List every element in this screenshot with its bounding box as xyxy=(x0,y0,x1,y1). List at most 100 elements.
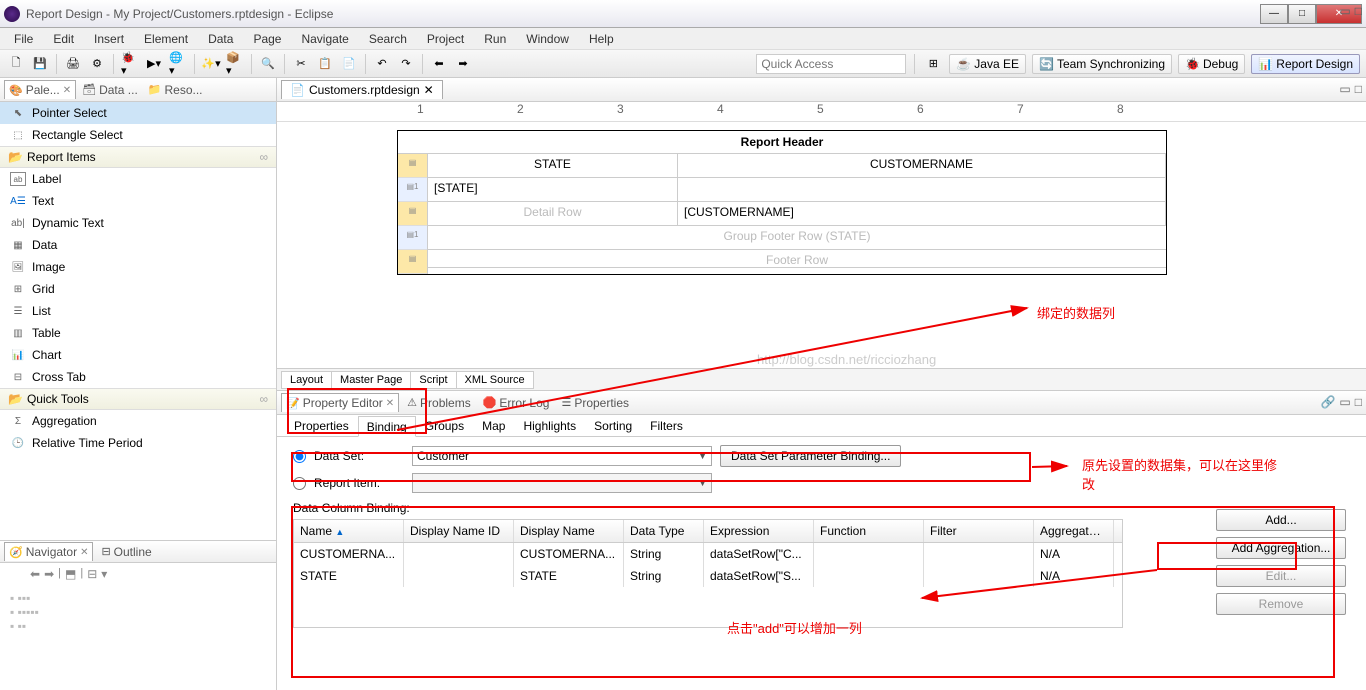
palette-chart[interactable]: 📊Chart xyxy=(0,344,276,366)
group-footer-label[interactable]: Group Footer Row (STATE) xyxy=(428,226,1166,249)
palette-group-report[interactable]: 📂 Report Items∞ xyxy=(0,146,276,168)
palette-grid[interactable]: ⊞Grid xyxy=(0,278,276,300)
col2-header[interactable]: CUSTOMERNAME xyxy=(678,154,1166,177)
print-icon[interactable]: 🖨 xyxy=(63,54,83,74)
maximize-button[interactable]: □ xyxy=(1288,4,1316,24)
state-group-cell[interactable]: [STATE] xyxy=(428,178,678,201)
subtab-filters[interactable]: Filters xyxy=(641,415,692,436)
close-icon[interactable]: ✕ xyxy=(424,83,434,97)
tab-data[interactable]: 🗃 Data ... xyxy=(78,81,142,99)
col-type[interactable]: Data Type xyxy=(624,520,704,542)
col-expr[interactable]: Expression xyxy=(704,520,814,542)
menu-help[interactable]: Help xyxy=(579,30,624,48)
table-row[interactable]: STATESTATEStringdataSetRow["S...N/A xyxy=(294,565,1122,587)
dataset-combo[interactable]: Customer▼ xyxy=(412,446,712,466)
palette-rectangle-select[interactable]: ⬚Rectangle Select xyxy=(0,124,276,146)
palette-dynamic-text[interactable]: ab|Dynamic Text xyxy=(0,212,276,234)
search-icon[interactable]: 🔍 xyxy=(258,54,278,74)
col-filt[interactable]: Filter xyxy=(924,520,1034,542)
menu-insert[interactable]: Insert xyxy=(84,30,134,48)
copy-icon[interactable]: 📋 xyxy=(315,54,335,74)
nav-back-icon[interactable]: ⬅ xyxy=(429,54,449,74)
ext-icon[interactable]: 🌐▾ xyxy=(168,54,188,74)
palette-image[interactable]: 🖼Image xyxy=(0,256,276,278)
nav-min-icon[interactable]: ▭ xyxy=(1339,4,1350,18)
palette-text[interactable]: A☰Text xyxy=(0,190,276,212)
palette-label[interactable]: abLabel xyxy=(0,168,276,190)
menu-edit[interactable]: Edit xyxy=(43,30,84,48)
col-disp[interactable]: Display Name xyxy=(514,520,624,542)
collapse-icon[interactable]: ⊟ xyxy=(87,567,97,581)
report-canvas[interactable]: Report Header ▤▤1▤▤1▤ STATECUSTOMERNAME … xyxy=(277,122,1366,368)
new-icon[interactable]: 🗋 xyxy=(6,54,26,74)
tab-xmlsource[interactable]: XML Source xyxy=(456,371,534,389)
subtab-highlights[interactable]: Highlights xyxy=(514,415,585,436)
palette-pointer-select[interactable]: ⬉Pointer Select xyxy=(0,102,276,124)
reportitem-combo[interactable]: ▼ xyxy=(412,473,712,493)
menu-search[interactable]: Search xyxy=(359,30,417,48)
tab-masterpage[interactable]: Master Page xyxy=(331,371,411,389)
menu-navigate[interactable]: Navigate xyxy=(291,30,358,48)
palette-rtp[interactable]: 🕒Relative Time Period xyxy=(0,432,276,454)
quick-access-input[interactable] xyxy=(756,54,906,74)
palette-list[interactable]: ☰List xyxy=(0,300,276,322)
perspective-report[interactable]: 📊 Report Design xyxy=(1251,54,1360,74)
col-name[interactable]: Name ▲ xyxy=(294,520,404,542)
menu-data[interactable]: Data xyxy=(198,30,243,48)
nav-back-icon[interactable]: ⬅ xyxy=(30,567,40,581)
debug-icon[interactable]: 🐞▾ xyxy=(120,54,140,74)
ed-max-icon[interactable]: □ xyxy=(1355,82,1362,96)
build-icon[interactable]: ⚙ xyxy=(87,54,107,74)
palette-data[interactable]: ▦Data xyxy=(0,234,276,256)
open-perspective-icon[interactable]: ⊞ xyxy=(923,54,943,74)
perspective-team[interactable]: 🔄 Team Synchronizing xyxy=(1032,54,1172,74)
col-agg[interactable]: Aggregate ... xyxy=(1034,520,1114,542)
minimize-button[interactable]: — xyxy=(1260,4,1288,24)
palette-table[interactable]: ▥Table xyxy=(0,322,276,344)
nav-max-icon[interactable]: □ xyxy=(1355,4,1362,18)
footer-label[interactable]: Footer Row xyxy=(428,250,1166,267)
save-icon[interactable]: 💾 xyxy=(30,54,50,74)
radio-reportitem[interactable] xyxy=(293,477,306,490)
tab-outline[interactable]: ⊟ Outline xyxy=(97,543,155,561)
col1-header[interactable]: STATE xyxy=(428,154,678,177)
prop-max-icon[interactable]: □ xyxy=(1355,395,1362,409)
subtab-binding[interactable]: Binding xyxy=(358,416,416,437)
perspective-javaee[interactable]: ☕ Java EE xyxy=(949,54,1026,74)
palette-group-quick[interactable]: 📂 Quick Tools∞ xyxy=(0,388,276,410)
detail-row-label[interactable]: Detail Row xyxy=(428,202,678,225)
subtab-properties[interactable]: Properties xyxy=(285,415,358,436)
menu-window[interactable]: Window xyxy=(516,30,579,48)
tab-customers-rptdesign[interactable]: 📄 Customers.rptdesign ✕ xyxy=(281,80,443,99)
prop-link-icon[interactable]: 🔗 xyxy=(1320,395,1335,409)
subtab-groups[interactable]: Groups xyxy=(416,415,473,436)
menu-element[interactable]: Element xyxy=(134,30,198,48)
menu-page[interactable]: Page xyxy=(243,30,291,48)
add-aggregation-button[interactable]: Add Aggregation... xyxy=(1216,537,1346,559)
col-dispid[interactable]: Display Name ID xyxy=(404,520,514,542)
prop-min-icon[interactable]: ▭ xyxy=(1339,395,1350,409)
cust-cell[interactable]: [CUSTOMERNAME] xyxy=(678,202,1166,225)
table-row[interactable]: CUSTOMERNA...CUSTOMERNA...StringdataSetR… xyxy=(294,543,1122,565)
tab-property-editor[interactable]: 📝 Property Editor ✕ xyxy=(281,393,399,412)
subtab-sorting[interactable]: Sorting xyxy=(585,415,641,436)
col-func[interactable]: Function xyxy=(814,520,924,542)
param-binding-button[interactable]: Data Set Parameter Binding... xyxy=(720,445,901,467)
menu-file[interactable]: File xyxy=(4,30,43,48)
cut-icon[interactable]: ✂ xyxy=(291,54,311,74)
tab-problems[interactable]: ⚠ Problems xyxy=(403,394,475,412)
tab-resource[interactable]: 📁 Reso... xyxy=(144,81,207,99)
menu-run[interactable]: Run xyxy=(474,30,516,48)
nav-fwd-icon[interactable]: ➡ xyxy=(44,567,54,581)
wizard-icon[interactable]: ✨▾ xyxy=(201,54,221,74)
link-editor-icon[interactable]: ⬒ xyxy=(65,567,76,581)
ed-min-icon[interactable]: ▭ xyxy=(1339,82,1350,96)
tab-palette[interactable]: 🎨 Pale... ✕ xyxy=(4,80,76,99)
tab-errorlog[interactable]: 🛑 Error Log xyxy=(479,394,554,412)
tab-navigator[interactable]: 🧭 Navigator ✕ xyxy=(4,542,93,561)
palette-aggregation[interactable]: ΣAggregation xyxy=(0,410,276,432)
tab-layout[interactable]: Layout xyxy=(281,371,332,389)
remove-button[interactable]: Remove xyxy=(1216,593,1346,615)
menu-icon[interactable]: ▾ xyxy=(101,567,107,581)
undo-icon[interactable]: ↶ xyxy=(372,54,392,74)
